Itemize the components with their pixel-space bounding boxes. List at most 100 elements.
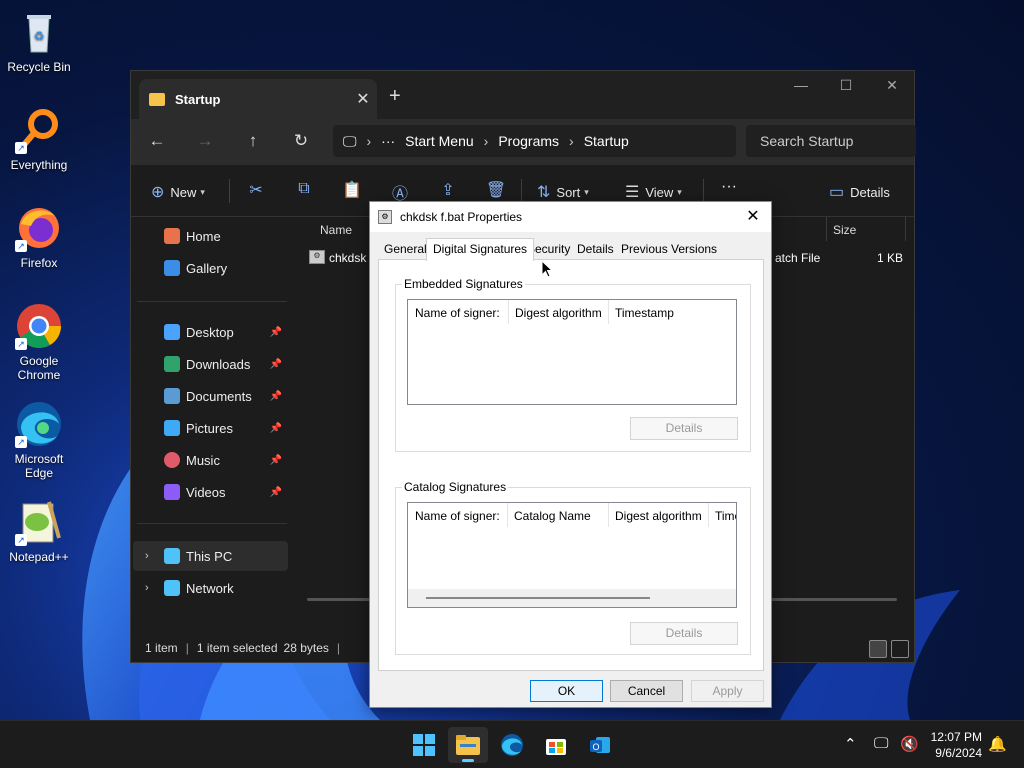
ok-button[interactable]: OK — [530, 680, 603, 702]
cancel-button[interactable]: Cancel — [610, 680, 683, 702]
up-button[interactable]: ↑ — [241, 131, 265, 151]
column-header[interactable]: Catalog Name — [514, 509, 591, 523]
sidebar-item-this-pc[interactable]: › This PC — [133, 541, 288, 571]
music-icon — [164, 452, 180, 468]
taskbar-file-explorer[interactable] — [448, 727, 488, 763]
sidebar-item-label: Home — [186, 228, 221, 244]
sidebar-item-videos[interactable]: Videos 📌 — [131, 477, 286, 507]
column-header[interactable]: Time — [715, 509, 736, 523]
sidebar-item-music[interactable]: Music 📌 — [131, 445, 286, 475]
catalog-signatures-list[interactable]: Name of signer: Catalog Name Digest algo… — [407, 502, 737, 608]
large-icons-view-icon[interactable] — [891, 640, 909, 658]
tab-previous-versions[interactable]: Previous Versions — [621, 242, 717, 260]
apply-button[interactable]: Apply — [691, 680, 764, 702]
sidebar-item-network[interactable]: › Network — [133, 573, 288, 603]
minimize-button[interactable]: — — [778, 77, 824, 93]
documents-icon — [164, 388, 180, 404]
details-view-icon[interactable] — [869, 640, 887, 658]
divider — [137, 523, 287, 524]
column-header[interactable]: Digest algorithm — [515, 306, 602, 320]
downloads-icon — [164, 356, 180, 372]
desktop-icon-notepad-plus-plus[interactable]: ↗ Notepad++ — [4, 498, 74, 564]
forward-button[interactable]: → — [193, 131, 217, 151]
start-button[interactable] — [404, 727, 444, 763]
details-pane-button[interactable]: ▭ Details — [829, 182, 890, 202]
column-header[interactable]: Timestamp — [615, 306, 674, 320]
cut-icon[interactable]: ✂ — [245, 180, 267, 200]
dialog-close-button[interactable]: ✕ — [743, 206, 763, 226]
maximize-button[interactable]: ☐ — [823, 77, 869, 94]
embedded-signatures-list[interactable]: Name of signer: Digest algorithm Timesta… — [407, 299, 737, 405]
sidebar-item-gallery[interactable]: Gallery — [131, 253, 286, 283]
sort-button[interactable]: ⇅ Sort ▾ — [537, 182, 589, 202]
desktop-icon-everything[interactable]: ↗ Everything — [4, 106, 74, 172]
embedded-details-button[interactable]: Details — [630, 417, 738, 440]
pin-icon: 📌 — [269, 422, 282, 434]
copy-icon[interactable]: ⧉ — [293, 180, 315, 198]
chevron-down-icon: ▾ — [677, 186, 682, 197]
paste-icon[interactable]: 📋 — [341, 180, 363, 200]
share-icon[interactable]: ⇪ — [437, 180, 459, 200]
catalog-details-button[interactable]: Details — [630, 622, 738, 645]
column-header-name[interactable]: Name — [320, 223, 352, 237]
folder-icon — [149, 92, 165, 106]
sidebar-item-pictures[interactable]: Pictures 📌 — [131, 413, 286, 443]
column-header[interactable]: Digest algorithm — [615, 509, 702, 523]
taskbar: O ⌃ 🖵 🔇 12:07 PM 9/6/2024 🔔 — [0, 720, 1024, 768]
close-tab-icon[interactable]: ✕ — [349, 89, 377, 109]
new-button[interactable]: ⊕ New ▾ — [151, 182, 205, 202]
show-hidden-icons-chevron-icon[interactable]: ⌃ — [844, 735, 857, 753]
back-button[interactable]: ← — [145, 131, 169, 151]
sidebar-item-home[interactable]: Home — [131, 221, 286, 251]
desktop-icon-firefox[interactable]: ↗ Firefox — [4, 204, 74, 270]
sidebar-item-label: Pictures — [186, 420, 233, 436]
column-divider — [708, 503, 709, 527]
breadcrumb[interactable]: 🖵 › ··· Start Menu › Programs › Startup — [333, 125, 736, 157]
view-button[interactable]: ☰ View ▾ — [625, 182, 682, 202]
close-window-button[interactable]: ✕ — [869, 77, 915, 94]
refresh-button[interactable]: ↻ — [289, 131, 313, 151]
address-bar-row: ← → ↑ ↻ 🖵 › ··· Start Menu › Programs › … — [131, 119, 916, 165]
column-header[interactable]: Name of signer: — [415, 306, 500, 320]
breadcrumb-startup[interactable]: Startup — [584, 133, 629, 149]
computer-icon — [164, 548, 180, 564]
explorer-tab[interactable]: Startup ✕ — [139, 79, 377, 119]
column-header[interactable]: Name of signer: — [415, 509, 500, 523]
taskbar-outlook[interactable]: O — [580, 727, 620, 763]
sidebar-item-documents[interactable]: Documents 📌 — [131, 381, 286, 411]
scrollbar-thumb[interactable] — [426, 597, 650, 599]
volume-muted-icon[interactable]: 🔇 — [900, 735, 919, 753]
breadcrumb-programs[interactable]: Programs — [498, 133, 559, 149]
desktop-icon-microsoft-edge[interactable]: ↗ Microsoft Edge — [4, 400, 74, 480]
taskbar-microsoft-store[interactable] — [536, 727, 576, 763]
sidebar-item-label: Network — [186, 580, 234, 596]
more-icon[interactable]: ··· — [381, 133, 395, 149]
new-tab-button[interactable]: + — [389, 85, 401, 108]
network-icon[interactable]: 🖵 — [874, 735, 888, 752]
tab-details[interactable]: Details — [577, 242, 614, 260]
tab-digital-signatures[interactable]: Digital Signatures — [426, 238, 535, 261]
notepad-plus-plus-icon: ↗ — [15, 498, 63, 546]
plus-circle-icon: ⊕ — [151, 184, 165, 201]
file-type: atch File — [775, 251, 821, 265]
sidebar-item-downloads[interactable]: Downloads 📌 — [131, 349, 286, 379]
desktop-icon-recycle-bin[interactable]: ♻ Recycle Bin — [4, 8, 74, 74]
explorer-titlebar: Startup ✕ + — ☐ ✕ — [131, 71, 914, 119]
view-list-icon: ☰ — [625, 184, 640, 201]
tab-general[interactable]: General — [384, 242, 427, 260]
chrome-icon: ↗ — [15, 302, 63, 350]
desktop-icon-google-chrome[interactable]: ↗ Google Chrome — [4, 302, 74, 382]
search-input[interactable]: Search Startup — [746, 125, 916, 157]
column-header-size[interactable]: Size — [833, 223, 856, 237]
more-options-button[interactable]: ··· — [721, 178, 737, 196]
clock[interactable]: 12:07 PM 9/6/2024 — [931, 729, 982, 761]
sidebar-item-desktop[interactable]: Desktop 📌 — [131, 317, 286, 347]
mouse-cursor-icon — [541, 259, 554, 281]
notification-bell-icon[interactable]: 🔔 — [988, 735, 1007, 753]
divider: | — [336, 641, 341, 655]
pin-icon: 📌 — [269, 454, 282, 466]
horizontal-scrollbar[interactable] — [408, 589, 736, 607]
delete-icon[interactable]: 🗑 — [485, 180, 507, 200]
taskbar-edge[interactable] — [492, 727, 532, 763]
breadcrumb-start-menu[interactable]: Start Menu — [405, 133, 473, 149]
